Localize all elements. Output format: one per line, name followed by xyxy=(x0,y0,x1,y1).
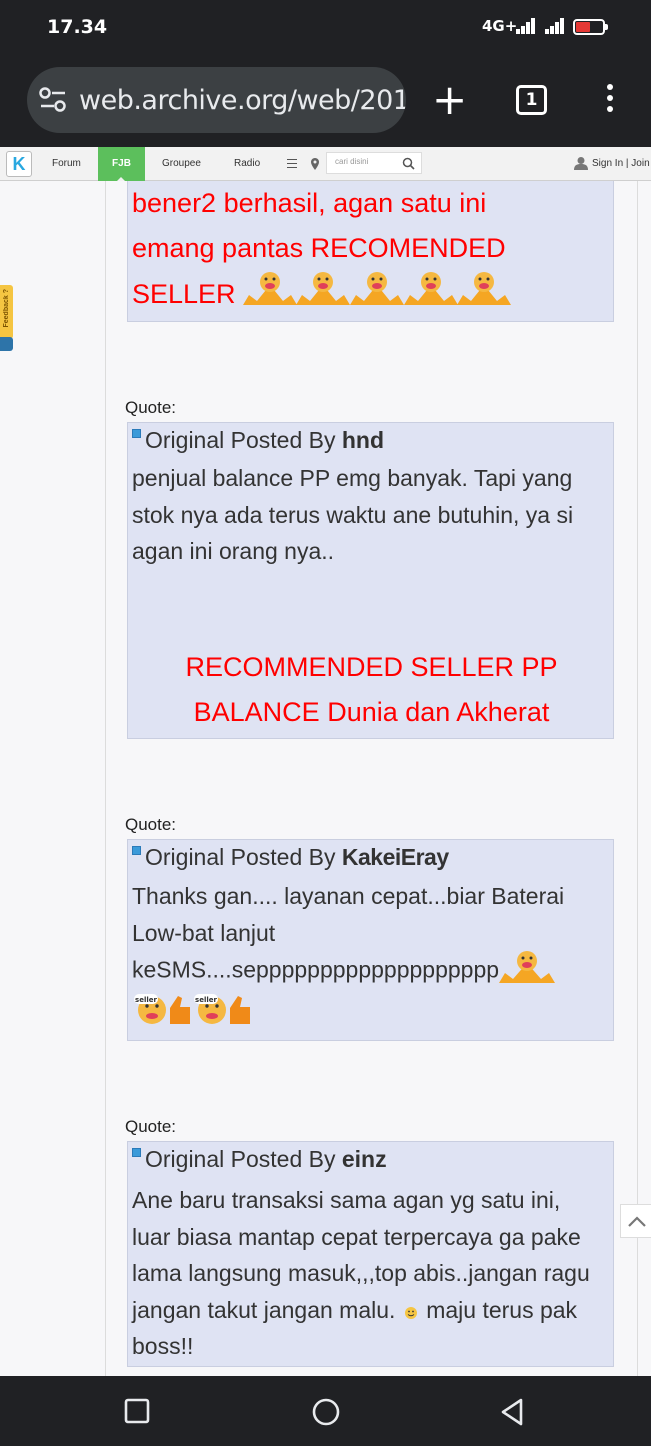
quote-label: Quote: xyxy=(125,1117,177,1136)
quote-line: Thanks gan.... layanan cepat...biar Bate… xyxy=(132,883,565,909)
scroll-top-icon[interactable] xyxy=(621,1205,651,1239)
nav-fjb[interactable]: FJB xyxy=(98,147,145,181)
network-type: 4G+ xyxy=(482,17,518,35)
site-info-icon[interactable] xyxy=(39,87,67,113)
left-column: Feedback ? xyxy=(0,181,106,1376)
quote-line: lama langsung masuk,,,top abis..jangan r… xyxy=(132,1260,590,1286)
quote-author[interactable]: KakeiEray xyxy=(342,844,449,870)
seller-thumbs-up-emoticon: seller xyxy=(192,992,252,1037)
quote-author[interactable]: einz xyxy=(342,1146,387,1172)
right-divider xyxy=(637,181,638,1376)
signin-link[interactable]: Sign In | Join xyxy=(592,147,650,180)
browser-toolbar: web.archive.org/web/2014 + 1 xyxy=(0,56,651,147)
recent-apps-icon[interactable] xyxy=(124,1398,151,1425)
quote-box: Original Posted By einz Ane baru transak… xyxy=(127,1141,614,1367)
clock: 17.34 xyxy=(47,16,108,38)
location-pin-icon[interactable] xyxy=(310,157,320,171)
quote-line: bener2 berhasil, agan satu ini xyxy=(132,188,487,218)
home-icon[interactable] xyxy=(311,1397,341,1427)
battery-icon xyxy=(573,19,608,35)
quote-line: SELLER xyxy=(132,279,236,310)
nav-forum[interactable]: Forum xyxy=(52,147,81,181)
quote-box: Original Posted By KakeiEray Thanks gan.… xyxy=(127,839,614,1041)
search-placeholder: cari disini xyxy=(335,157,369,166)
quote-line: agan ini orang nya.. xyxy=(132,538,335,564)
quote-header: Original Posted By hnd xyxy=(132,427,384,454)
quote-icon xyxy=(132,1148,141,1157)
signal-icon xyxy=(516,18,536,34)
scroll-top-button[interactable] xyxy=(620,1204,651,1238)
signal-icon xyxy=(545,18,565,34)
quote-text: penjual balance PP emg banyak. Tapi yang… xyxy=(132,460,573,570)
search-input[interactable]: cari disini xyxy=(326,152,422,174)
quote-icon xyxy=(132,846,141,855)
user-icon[interactable] xyxy=(574,156,588,170)
quote-author[interactable]: hnd xyxy=(342,427,384,453)
system-nav-bar xyxy=(0,1376,651,1446)
quote-header: Original Posted By KakeiEray xyxy=(132,844,449,871)
quote-line: boss!! xyxy=(132,1333,194,1359)
quote-line: Ane baru transaksi sama agan yg satu ini… xyxy=(132,1187,561,1213)
quote-line: penjual balance PP emg banyak. Tapi yang xyxy=(132,465,573,491)
thread-content: Feedback ? bener2 berhasil, agan satu in… xyxy=(0,181,651,1376)
smile-icon xyxy=(404,1306,417,1319)
quote-header: Original Posted By einz xyxy=(132,1146,387,1173)
quote-highlight: BALANCE Dunia dan Akherat xyxy=(193,697,550,727)
new-tab-icon[interactable]: + xyxy=(432,79,467,121)
crown-emoticon xyxy=(243,271,512,321)
quote-line: jangan takut jangan malu. xyxy=(132,1296,396,1323)
site-nav: K Forum FJB Groupee Radio cari disini Si… xyxy=(0,147,651,181)
overflow-menu-icon[interactable] xyxy=(603,84,617,118)
quote-line: Low-bat lanjut xyxy=(132,919,276,946)
quote-box-partial: bener2 berhasil, agan satu ini emang pan… xyxy=(127,181,614,322)
quote-box: Original Posted By hnd penjual balance P… xyxy=(127,422,614,739)
hamburger-icon[interactable] xyxy=(287,159,297,171)
back-icon[interactable] xyxy=(499,1397,527,1427)
quote-line: emang pantas RECOMENDED xyxy=(132,233,506,263)
crown-emoticon xyxy=(499,951,556,992)
quote-text: Thanks gan.... layanan cepat...biar Bate… xyxy=(132,878,564,1028)
quote-line: stok nya ada terus waktu ane butuhin, ya… xyxy=(132,501,574,528)
svg-text:seller: seller xyxy=(195,996,217,1004)
quote-line: keSMS....seppppppppppppppppppp xyxy=(132,956,500,983)
status-bar: 17.34 4G+ xyxy=(0,0,651,56)
quote-label: Quote: xyxy=(125,398,177,417)
quote-highlight: RECOMMENDED SELLER PP xyxy=(185,652,558,682)
feedback-tab[interactable]: Feedback ? xyxy=(0,285,13,339)
tab-switcher-icon[interactable]: 1 xyxy=(516,85,547,115)
quote-label: Quote: xyxy=(125,815,177,834)
quote-text: Ane baru transaksi sama agan yg satu ini… xyxy=(132,1182,590,1365)
seller-thumbs-up-emoticon: seller xyxy=(132,992,192,1037)
nav-groupee[interactable]: Groupee xyxy=(162,147,201,181)
url-text[interactable]: web.archive.org/web/2014 xyxy=(79,85,406,116)
feedback-thumb-icon[interactable] xyxy=(0,337,13,351)
quote-line: luar biasa mantap cepat terpercaya ga pa… xyxy=(132,1223,581,1250)
quote-text: bener2 berhasil, agan satu ini emang pan… xyxy=(132,181,512,321)
quote-icon xyxy=(132,429,141,438)
svg-text:seller: seller xyxy=(135,996,157,1004)
kaskus-logo[interactable]: K xyxy=(6,151,32,177)
nav-radio[interactable]: Radio xyxy=(234,147,260,181)
address-bar[interactable]: web.archive.org/web/2014 xyxy=(27,67,406,133)
search-icon[interactable] xyxy=(402,157,415,170)
quote-line: maju terus pak xyxy=(426,1296,578,1323)
